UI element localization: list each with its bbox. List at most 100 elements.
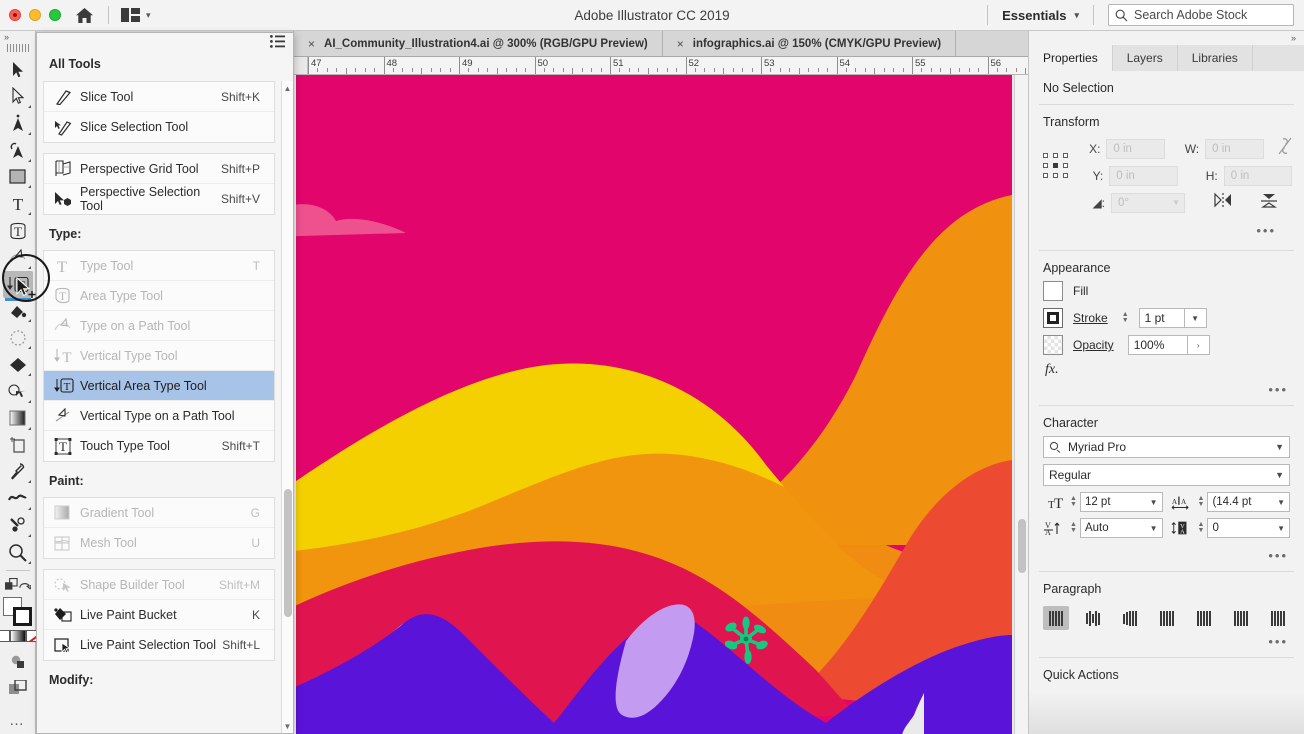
character-more-options[interactable]: •••: [1029, 544, 1304, 571]
angle-input[interactable]: 0° ▼: [1111, 192, 1185, 213]
font-size-input[interactable]: 12 pt ▼: [1079, 492, 1163, 512]
stroke-label[interactable]: Stroke: [1073, 311, 1108, 325]
tool-rotate[interactable]: [3, 324, 33, 351]
chevron-down-icon[interactable]: ▼: [1275, 442, 1284, 452]
tool-eyedropper[interactable]: [3, 458, 33, 485]
scroll-down-icon[interactable]: ▼: [282, 719, 293, 733]
tool-live-paint-bucket[interactable]: [3, 298, 33, 325]
opacity-label[interactable]: Opacity: [1073, 338, 1114, 352]
align-center-button[interactable]: [1080, 606, 1106, 630]
tool-row-live-paint-bucket[interactable]: Live Paint Bucket K: [44, 600, 274, 630]
tool-row-touch-type-tool[interactable]: T Touch Type Tool Shift+T: [44, 431, 274, 461]
kerning-input[interactable]: Auto ▼: [1079, 518, 1163, 538]
workspace-switcher[interactable]: Essentials ▾: [1002, 8, 1079, 23]
stroke-swatch[interactable]: [1043, 308, 1063, 328]
tool-eraser[interactable]: [3, 351, 33, 378]
stroke-weight-dropdown[interactable]: ▼: [1184, 308, 1207, 328]
chevron-down-icon[interactable]: ▼: [1150, 498, 1158, 507]
tool-vertical-area-type[interactable]: T: [2, 270, 33, 301]
tool-row-vertical-type-on-path-tool[interactable]: Vertical Type on a Path Tool: [44, 401, 274, 431]
y-input[interactable]: 0 in: [1109, 166, 1178, 186]
leading-stepper[interactable]: ▲ ▼: [1198, 495, 1205, 508]
link-broken-icon[interactable]: [1278, 137, 1292, 160]
tool-row-live-paint-selection-tool[interactable]: Live Paint Selection Tool Shift+L: [44, 630, 274, 660]
opacity-swatch[interactable]: [1043, 335, 1063, 355]
horizontal-ruler[interactable]: 47 48 49 50 51 52 53 54 55 56: [294, 57, 1028, 75]
tool-blob-brush[interactable]: [3, 485, 33, 512]
tool-shape-builder[interactable]: [3, 378, 33, 405]
window-controls[interactable]: [0, 9, 61, 21]
tool-screen-mode[interactable]: [3, 675, 33, 702]
h-input[interactable]: 0 in: [1223, 166, 1293, 186]
tool-area-type[interactable]: T: [3, 217, 33, 244]
scroll-up-icon[interactable]: ▲: [282, 81, 293, 95]
tool-row-shape-builder-tool[interactable]: Shape Builder Tool Shift+M: [44, 570, 274, 600]
fill-row[interactable]: Fill: [1029, 281, 1304, 301]
chevron-down-icon[interactable]: ▾: [146, 10, 151, 21]
stroke-stepper[interactable]: ▲ ▼: [1122, 311, 1129, 324]
chevron-down-icon[interactable]: ▼: [1277, 498, 1285, 507]
reference-point-selector[interactable]: [1043, 153, 1069, 179]
tool-zoom[interactable]: [3, 539, 33, 566]
kerning-stepper[interactable]: ▲ ▼: [1070, 521, 1077, 534]
close-window-button[interactable]: [9, 9, 21, 21]
flip-vertical-icon[interactable]: [1259, 192, 1279, 213]
tool-selection[interactable]: [3, 56, 33, 83]
justify-last-center-button[interactable]: [1191, 606, 1217, 630]
tool-scissors[interactable]: [3, 512, 33, 539]
x-input[interactable]: 0 in: [1106, 138, 1166, 159]
minimize-window-button[interactable]: [29, 9, 41, 21]
paragraph-more-options[interactable]: •••: [1029, 630, 1304, 657]
opacity-options-button[interactable]: ›: [1187, 335, 1210, 355]
tool-row-area-type-tool[interactable]: T Area Type Tool: [44, 281, 274, 311]
tool-row-type-on-path-tool[interactable]: Type on a Path Tool: [44, 311, 274, 341]
align-left-button[interactable]: [1043, 606, 1069, 630]
justify-all-button[interactable]: [1265, 606, 1291, 630]
stroke-weight-input[interactable]: 1 pt: [1138, 308, 1185, 328]
tool-row-perspective-grid-tool[interactable]: Perspective Grid Tool Shift+P: [44, 154, 274, 184]
maximize-window-button[interactable]: [49, 9, 61, 21]
w-input[interactable]: 0 in: [1205, 138, 1264, 159]
tab-layers[interactable]: Layers: [1112, 45, 1178, 71]
leading-input[interactable]: (14.4 pt ▼: [1207, 492, 1290, 512]
tool-row-perspective-selection-tool[interactable]: Perspective Selection Tool Shift+V: [44, 184, 274, 214]
transform-more-options[interactable]: •••: [1041, 219, 1292, 246]
stroke-swatch[interactable]: [12, 606, 32, 626]
tool-pen[interactable]: [3, 110, 33, 137]
justify-last-left-button[interactable]: [1154, 606, 1180, 630]
ruler-corner[interactable]: [294, 57, 308, 74]
fill-stroke-swatches[interactable]: [2, 596, 33, 626]
panel-menu-icon[interactable]: [270, 35, 285, 53]
arrange-documents-icon[interactable]: ▾: [121, 8, 151, 22]
document-tab-2[interactable]: × infographics.ai @ 150% (CMYK/GPU Previ…: [662, 31, 957, 56]
appearance-more-options[interactable]: •••: [1029, 378, 1304, 405]
artwork-illustration[interactable]: [296, 75, 1012, 734]
tool-row-vertical-area-type-tool[interactable]: T Vertical Area Type Tool: [44, 371, 274, 401]
justify-last-right-button[interactable]: [1228, 606, 1254, 630]
close-tab-icon[interactable]: ×: [308, 37, 315, 51]
stroke-row[interactable]: Stroke ▲ ▼ 1 pt ▼: [1029, 308, 1304, 328]
fx-button[interactable]: fx.: [1029, 362, 1304, 378]
document-tab-1[interactable]: × AI_Community_Illustration4.ai @ 300% (…: [294, 31, 663, 56]
tool-row-gradient-tool[interactable]: Gradient Tool G: [44, 498, 274, 528]
tool-row-type-tool[interactable]: T Type Tool T: [44, 251, 274, 281]
tool-artboard[interactable]: [3, 432, 33, 459]
tool-row-slice-tool[interactable]: Slice Tool Shift+K: [44, 82, 274, 112]
tab-libraries[interactable]: Libraries: [1177, 45, 1253, 71]
baseline-stepper[interactable]: ▲ ▼: [1198, 521, 1205, 534]
color-mode-gradient-icon[interactable]: [9, 629, 26, 642]
tool-row-vertical-type-tool[interactable]: T Vertical Type Tool: [44, 341, 274, 371]
scrollbar-thumb[interactable]: [284, 489, 292, 617]
font-style-select[interactable]: Regular ▼: [1043, 464, 1290, 486]
tab-properties[interactable]: Properties: [1029, 45, 1113, 71]
close-tab-icon[interactable]: ×: [677, 37, 684, 51]
tool-edit-toolbar-row[interactable]: [3, 575, 33, 595]
tool-type-on-path[interactable]: [3, 244, 33, 271]
opacity-row[interactable]: Opacity 100% ›: [1029, 335, 1304, 355]
tool-row-mesh-tool[interactable]: Mesh Tool U: [44, 528, 274, 558]
align-right-button[interactable]: [1117, 606, 1143, 630]
chevron-down-icon[interactable]: ▼: [1172, 198, 1180, 207]
collapse-tools-icon[interactable]: »: [0, 31, 35, 44]
all-tools-scrollbar[interactable]: ▲ ▼: [281, 81, 293, 733]
tool-draw-mode[interactable]: [3, 648, 33, 675]
